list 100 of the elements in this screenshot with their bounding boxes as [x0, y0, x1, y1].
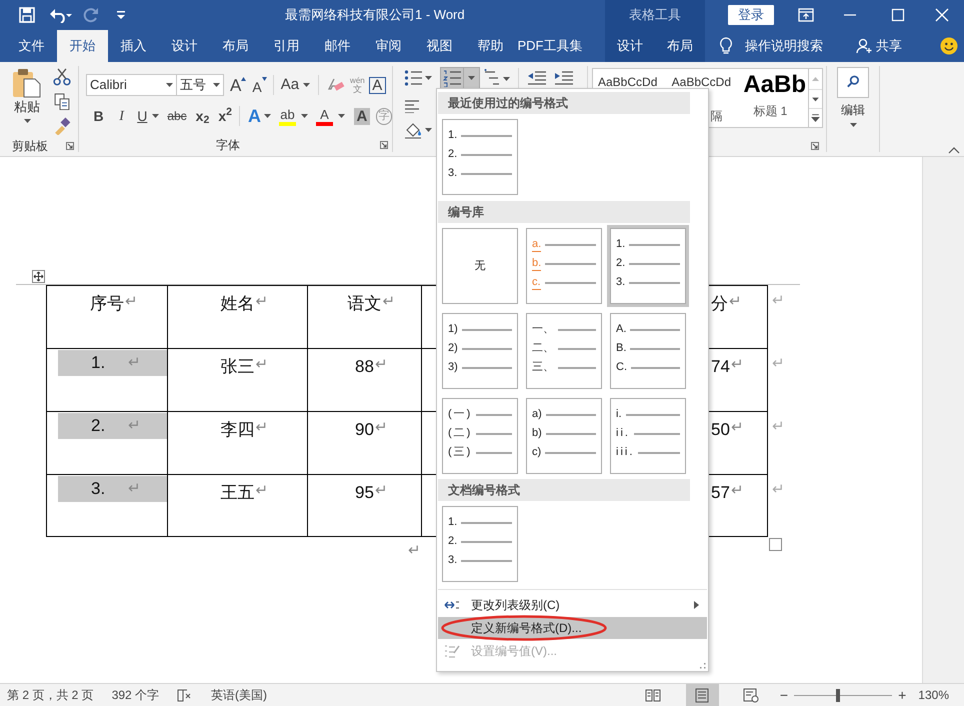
number-format-tile[interactable]: 一、 二、 三、: [526, 313, 602, 389]
shrink-font-button[interactable]: A: [252, 76, 267, 94]
shading-button[interactable]: A: [354, 108, 370, 124]
ribbon-tab[interactable]: 插入: [108, 30, 159, 62]
multilevel-list-icon[interactable]: [484, 69, 510, 87]
decrease-indent-icon[interactable]: [527, 70, 546, 86]
submenu-arrow-icon: [694, 601, 699, 609]
view-button[interactable]: [686, 684, 719, 706]
number-format-tile[interactable]: 1. 2. 3.: [442, 506, 518, 582]
character-border-button[interactable]: A: [368, 76, 386, 94]
font-color-button[interactable]: A: [316, 106, 345, 126]
caret-icon[interactable]: [213, 83, 220, 87]
underline-button[interactable]: U: [137, 106, 160, 126]
strikethrough-button[interactable]: abc: [167, 107, 187, 125]
dialog-launcher-icon[interactable]: [811, 142, 819, 150]
highlight-button[interactable]: ab: [278, 106, 308, 126]
list-marker: (三): [448, 446, 472, 459]
redo-icon[interactable]: [83, 7, 99, 23]
copy-icon[interactable]: [53, 92, 71, 110]
superscript-button[interactable]: x$^{2}$: [218, 106, 232, 126]
smiley-icon[interactable]: [940, 37, 958, 55]
bulleted-list-icon[interactable]: [404, 69, 422, 87]
caret-icon[interactable]: [300, 114, 308, 118]
ribbon-display-icon[interactable]: [798, 8, 814, 22]
undo-icon[interactable]: [49, 7, 73, 23]
table-move-handle-icon[interactable]: [32, 270, 45, 283]
ribbon-tab[interactable]: 开始: [57, 30, 108, 62]
save-icon[interactable]: [19, 7, 35, 23]
caret-icon[interactable]: [468, 76, 475, 80]
font-size-field[interactable]: 五号: [177, 74, 224, 96]
number-format-tile[interactable]: a) b) c): [526, 398, 602, 474]
grow-font-button[interactable]: A: [230, 76, 246, 94]
style-name[interactable]: 标题 1: [741, 102, 808, 120]
collapse-ribbon-icon[interactable]: [948, 146, 960, 154]
table-resize-handle-icon[interactable]: [769, 538, 782, 551]
bold-button[interactable]: B: [91, 106, 106, 126]
number-format-tile[interactable]: A. B. C.: [610, 313, 686, 389]
number-format-tile[interactable]: 1. 2. 3.: [610, 228, 686, 304]
number-format-tile[interactable]: 1. 2. 3.: [442, 119, 518, 195]
customize-icon[interactable]: [117, 11, 125, 19]
ribbon-tab[interactable]: PDF工具集: [516, 30, 584, 62]
slider-thumb[interactable]: [836, 688, 840, 702]
caret-icon[interactable]: [338, 114, 345, 118]
ribbon-tab[interactable]: 布局: [655, 30, 705, 62]
close-icon[interactable]: [935, 8, 949, 22]
dialog-launcher-icon[interactable]: [380, 141, 388, 149]
caret-icon[interactable]: [152, 114, 160, 118]
style-sample[interactable]: AaBbCcDd: [593, 75, 667, 89]
zoom-slider[interactable]: [794, 688, 892, 702]
caret-icon[interactable]: [425, 128, 432, 132]
caret-icon[interactable]: [425, 76, 432, 80]
menu-item[interactable]: 定义新编号格式(D)...: [438, 617, 707, 639]
paintbrush-icon[interactable]: [53, 117, 71, 136]
ribbon-tab[interactable]: 引用: [261, 30, 312, 62]
text-effects-button[interactable]: A: [248, 102, 271, 130]
caret-icon[interactable]: [303, 83, 310, 87]
style-sample[interactable]: AaBbCcDd: [666, 75, 742, 89]
subscript-button[interactable]: x$_{2}$: [196, 106, 210, 126]
share-button[interactable]: 共享: [856, 30, 902, 62]
scissors-icon[interactable]: [53, 68, 71, 86]
resize-grip-icon[interactable]: [699, 662, 706, 669]
increase-indent-icon[interactable]: [554, 70, 573, 86]
paragraph-mark: ↵: [730, 355, 744, 375]
numbering-button[interactable]: [440, 67, 480, 89]
tell-me-search[interactable]: 操作说明搜索: [719, 30, 823, 62]
paint-bucket-icon[interactable]: [404, 121, 422, 139]
align-left-icon[interactable]: [404, 99, 420, 113]
italic-button[interactable]: I: [115, 106, 128, 126]
caret-icon[interactable]: [166, 83, 173, 87]
dialog-launcher-icon[interactable]: [66, 142, 74, 150]
menu-item[interactable]: 更改列表级别(C): [438, 594, 707, 616]
paste-button[interactable]: 粘贴: [8, 68, 46, 130]
caret-icon[interactable]: [264, 114, 271, 118]
ribbon-tab[interactable]: 文件: [6, 30, 57, 62]
maximize-icon[interactable]: [891, 8, 905, 22]
ribbon-tab[interactable]: 帮助: [465, 30, 516, 62]
lightbulb-icon: [719, 37, 733, 55]
zoom-out-button[interactable]: −: [780, 684, 788, 706]
sign-in-button[interactable]: 登录: [728, 5, 774, 25]
caret-icon[interactable]: [850, 123, 856, 127]
zoom-in-button[interactable]: +: [898, 684, 906, 706]
change-case-button[interactable]: Aa: [280, 74, 310, 96]
ribbon-tab[interactable]: 设计: [605, 30, 655, 62]
ribbon-tab[interactable]: 布局: [210, 30, 261, 62]
eraser-icon[interactable]: [327, 77, 346, 93]
font-name-field[interactable]: Calibri: [86, 74, 177, 96]
ribbon-tab[interactable]: 设计: [159, 30, 210, 62]
number-format-tile[interactable]: 1) 2) 3): [442, 313, 518, 389]
ribbon-tab[interactable]: 视图: [414, 30, 465, 62]
ribbon-tab[interactable]: 邮件: [312, 30, 363, 62]
number-format-tile[interactable]: i. ii. iii.: [610, 398, 686, 474]
ribbon-tab[interactable]: 审阅: [363, 30, 414, 62]
style-sample[interactable]: AaBb: [741, 70, 808, 100]
paragraph-mark: ↵: [254, 418, 268, 438]
number-format-tile[interactable]: 无: [442, 228, 518, 304]
editing-button[interactable]: 编辑: [837, 67, 869, 127]
caret-icon[interactable]: [24, 119, 30, 123]
number-format-tile[interactable]: (一) (二) (三): [442, 398, 518, 474]
list-marker: 3.: [448, 167, 458, 180]
proofing-icon[interactable]: [177, 688, 192, 702]
